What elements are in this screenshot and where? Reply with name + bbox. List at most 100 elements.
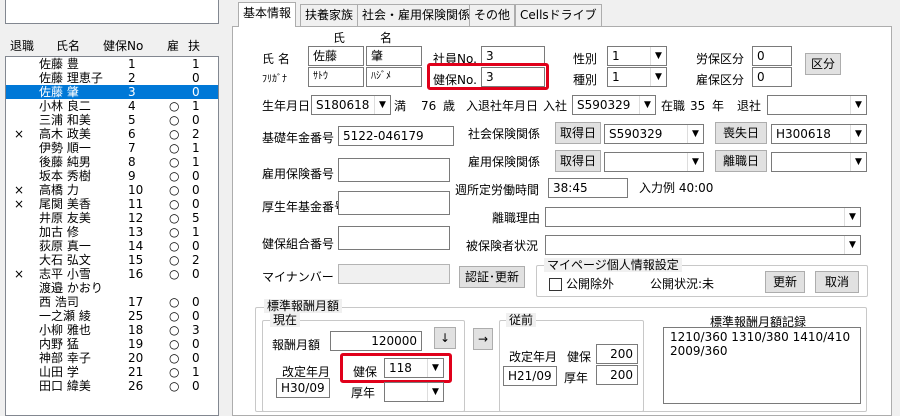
- lost-date-button[interactable]: 喪失日: [715, 122, 767, 144]
- list-cell-dep: 0: [192, 71, 200, 85]
- mynumber-label: マイナンバー: [262, 270, 334, 284]
- prev-kosei-input[interactable]: 200: [596, 365, 638, 385]
- last-name-input[interactable]: 佐藤: [308, 46, 364, 66]
- hours-input[interactable]: 38:45: [548, 178, 628, 198]
- tab-dependents[interactable]: 扶養家族: [300, 4, 359, 26]
- list-item[interactable]: 坂本 秀樹 9 ○ 0: [6, 169, 218, 183]
- tab-social-insurance[interactable]: 社会・雇用保険関係: [357, 4, 476, 26]
- list-cell-name: 三浦 和美: [39, 113, 91, 127]
- list-item[interactable]: 大石 弘文 15 ○ 2: [6, 253, 218, 267]
- mypage-cancel-button[interactable]: 取消: [815, 271, 859, 293]
- list-item[interactable]: 井原 友美 12 ○ 5: [6, 211, 218, 225]
- list-item[interactable]: 荻原 真一 14 ○ 0: [6, 239, 218, 253]
- monthly-input[interactable]: 120000: [330, 331, 422, 351]
- tab-other[interactable]: その他: [469, 4, 516, 26]
- list-item[interactable]: 西 浩司 17 ○ 0: [6, 295, 218, 309]
- list-cell-name: 西 浩司: [39, 295, 79, 309]
- list-item[interactable]: 三浦 和美 5 ○ 0: [6, 113, 218, 127]
- list-item[interactable]: × 高橋 力 10 ○ 0: [6, 183, 218, 197]
- list-cell-dep: 1: [192, 141, 200, 155]
- emp-get-button[interactable]: 取得日: [555, 150, 601, 172]
- birth-select[interactable]: S180618 ▼: [311, 95, 391, 115]
- employee-list[interactable]: 佐藤 豊 1 1 佐藤 理恵子 2 0 佐藤 肇 3 0 小林 良二 4 ○ 1 三浦 和美 5 ○ 0 × 高木 …: [5, 56, 219, 416]
- list-item[interactable]: 田口 緯美 26 ○ 0: [6, 379, 218, 393]
- chevron-down-icon: ▼: [687, 153, 703, 171]
- social-get-select[interactable]: S590329 ▼: [604, 124, 704, 144]
- list-item[interactable]: 佐藤 肇 3 0: [6, 85, 218, 99]
- list-cell-name: 神部 幸子: [39, 351, 91, 365]
- age-mark: 満: [394, 99, 407, 113]
- auth-update-button[interactable]: 認証･更新: [459, 266, 525, 288]
- list-item[interactable]: × 志平 小雪 16 ○ 0: [6, 267, 218, 281]
- list-item[interactable]: 内野 猛 19 ○ 0: [6, 337, 218, 351]
- list-cell-dep: 1: [192, 225, 200, 239]
- list-cell-dep: 0: [192, 379, 200, 393]
- list-cell-name: 佐藤 肇: [39, 85, 79, 99]
- list-cell-name: 佐藤 理恵子: [39, 71, 103, 85]
- list-item[interactable]: 渡邉 かおり: [6, 281, 218, 295]
- list-item[interactable]: 一之瀬 綾 25 ○ 0: [6, 309, 218, 323]
- down-arrow-button[interactable]: ↓: [434, 327, 456, 349]
- record-line-2: 2009/360: [670, 344, 728, 358]
- list-cell-name: 後藤 純男: [39, 155, 91, 169]
- search-box[interactable]: [5, 0, 219, 24]
- rouho-input[interactable]: 0: [752, 46, 792, 66]
- list-item[interactable]: 加古 修 13 ○ 1: [6, 225, 218, 239]
- list-item[interactable]: × 尾関 美香 11 ○ 0: [6, 197, 218, 211]
- list-cell-no: 4: [128, 99, 136, 113]
- list-cell-dep: 0: [192, 113, 200, 127]
- list-item[interactable]: 小林 良二 4 ○ 1: [6, 99, 218, 113]
- tab-basic-info[interactable]: 基本情報: [238, 2, 297, 27]
- record-box[interactable]: 1210/360 1310/380 1410/410 2009/360: [663, 327, 861, 404]
- reason-select[interactable]: ▼: [545, 207, 861, 227]
- kosei-grade-select[interactable]: ▼: [384, 382, 444, 402]
- list-cell-employ: ○: [169, 323, 180, 337]
- koyo-input[interactable]: 0: [752, 67, 792, 87]
- list-item[interactable]: 佐藤 理恵子 2 0: [6, 71, 218, 85]
- koyo-no-input[interactable]: [338, 158, 450, 182]
- prev-revised-input[interactable]: H21/09: [503, 366, 557, 386]
- first-name-input[interactable]: 肇: [366, 46, 422, 66]
- emp-lost-button[interactable]: 離職日: [715, 150, 767, 172]
- pension-input[interactable]: 5122-046179: [338, 126, 454, 146]
- revised-input[interactable]: H30/09: [276, 378, 330, 398]
- social-get-button[interactable]: 取得日: [555, 122, 601, 144]
- list-item[interactable]: 佐藤 豊 1 1: [6, 57, 218, 71]
- exclude-checkbox[interactable]: [549, 278, 562, 291]
- last-kana-input[interactable]: ｻﾄｳ: [308, 67, 364, 87]
- exit-date-select[interactable]: ▼: [767, 95, 867, 115]
- list-item[interactable]: 伊勢 順一 7 ○ 1: [6, 141, 218, 155]
- list-cell-employ: ○: [169, 183, 180, 197]
- list-cell-employ: ○: [169, 225, 180, 239]
- list-item[interactable]: 小柳 雅也 18 ○ 3: [6, 323, 218, 337]
- shi-label: 氏: [333, 31, 346, 45]
- insured-select[interactable]: ▼: [545, 235, 861, 255]
- list-cell-name: 小林 良二: [39, 99, 91, 113]
- kubun-button[interactable]: 区分: [805, 53, 841, 75]
- tab-cells-drive[interactable]: Cellsドライブ: [515, 4, 602, 26]
- kumiai-input[interactable]: [338, 226, 450, 250]
- first-kana-input[interactable]: ﾊｼﾞﾒ: [366, 67, 422, 87]
- list-cell-no: 19: [128, 337, 144, 351]
- social-lost-select[interactable]: H300618 ▼: [771, 124, 867, 144]
- type-select[interactable]: 1 ▼: [607, 67, 667, 87]
- chevron-down-icon: ▼: [850, 153, 866, 171]
- list-item[interactable]: × 高木 政美 6 ○ 2: [6, 127, 218, 141]
- chevron-down-icon: ▼: [844, 208, 860, 226]
- kosei-input[interactable]: [338, 191, 450, 215]
- list-item[interactable]: 後藤 純男 8 ○ 1: [6, 155, 218, 169]
- prev-kenpo-input[interactable]: 200: [596, 344, 638, 364]
- emp-lost-select[interactable]: ▼: [771, 152, 867, 172]
- list-cell-dep: 0: [192, 183, 200, 197]
- ent-date-select[interactable]: S590329 ▼: [572, 95, 656, 115]
- right-arrow-button[interactable]: →: [473, 328, 493, 350]
- mypage-update-button[interactable]: 更新: [765, 271, 805, 293]
- mypage-title: マイページ個人情報設定: [544, 258, 682, 272]
- kosei-label: 厚生年基金番号: [262, 200, 347, 214]
- list-item[interactable]: 神部 幸子 20 ○ 0: [6, 351, 218, 365]
- mynumber-input[interactable]: [338, 264, 450, 284]
- chevron-down-icon: ▼: [427, 383, 443, 401]
- gender-select[interactable]: 1 ▼: [607, 46, 667, 66]
- emp-get-select[interactable]: ▼: [604, 152, 704, 172]
- list-item[interactable]: 山田 学 21 ○ 1: [6, 365, 218, 379]
